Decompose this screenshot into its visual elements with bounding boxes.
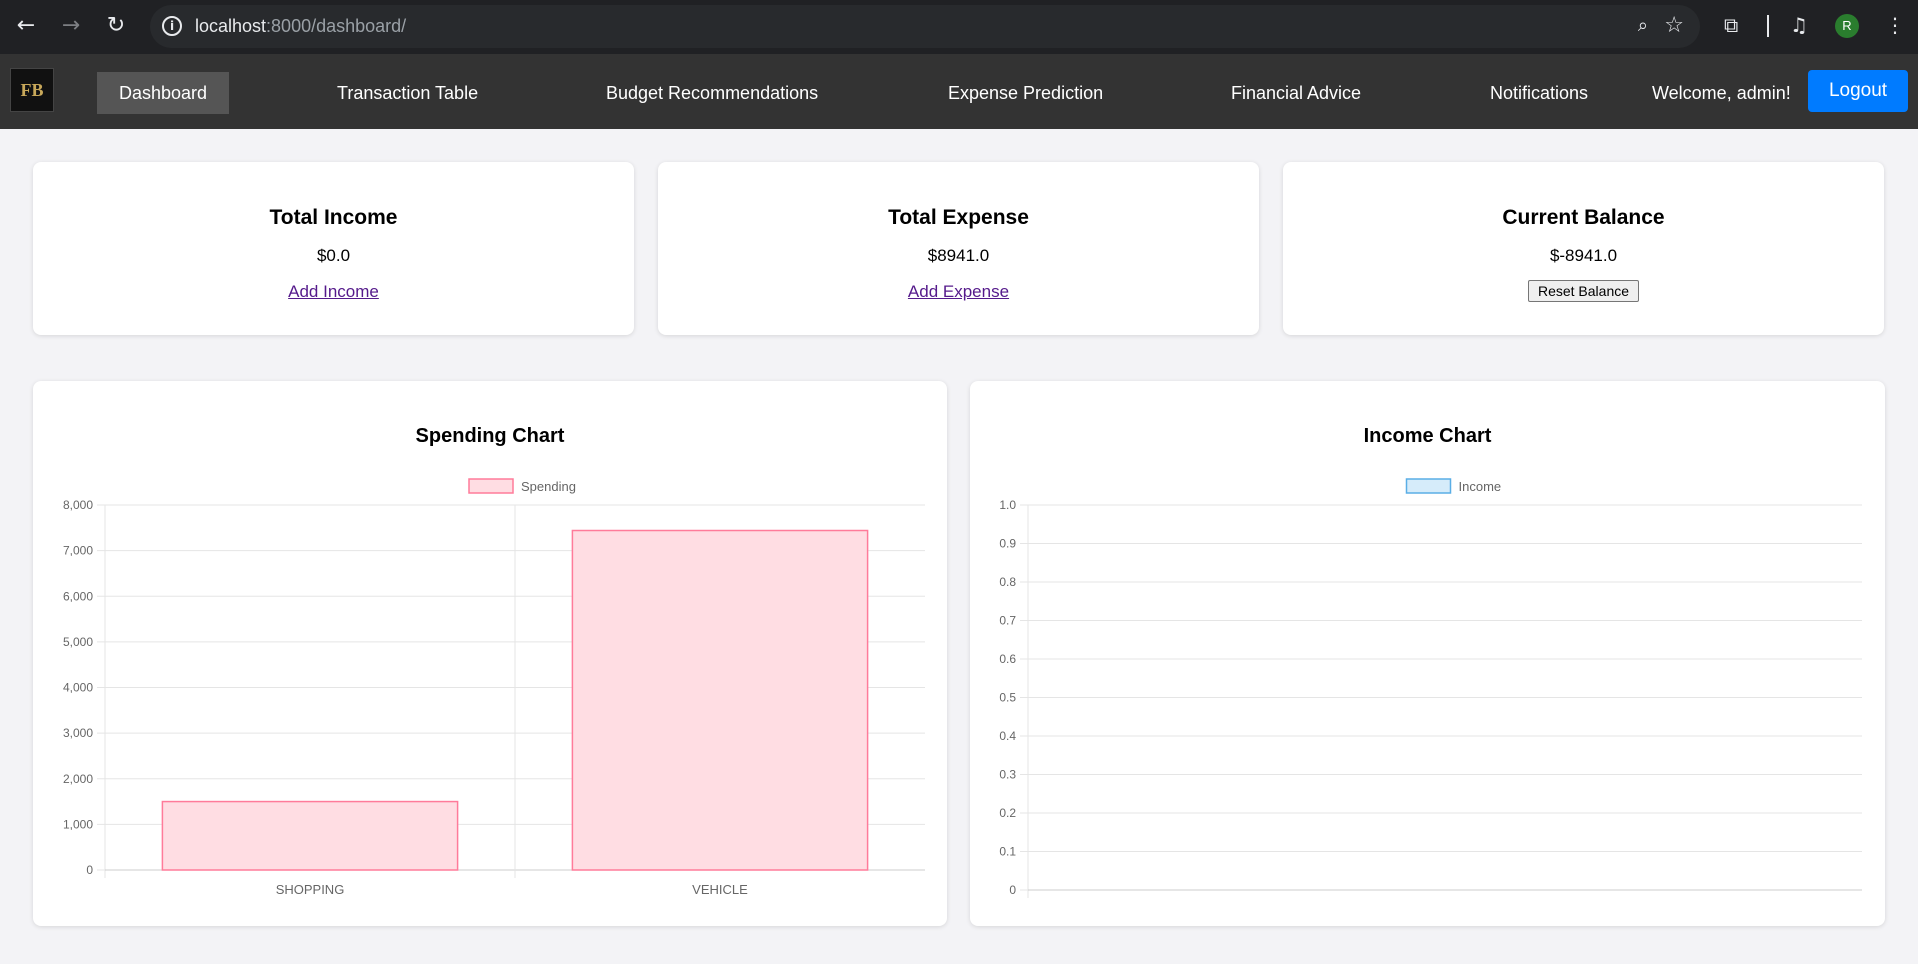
nav-expense-prediction[interactable]: Expense Prediction — [948, 72, 1103, 114]
total-expense-card: Total Expense $8941.0 Add Expense — [658, 162, 1259, 335]
nav-transaction-table[interactable]: Transaction Table — [337, 72, 478, 114]
logout-button[interactable]: Logout — [1808, 70, 1908, 112]
spending-y-tick-label: 0 — [86, 863, 93, 877]
back-icon[interactable]: ← — [14, 14, 38, 38]
spending-y-tick-label: 6,000 — [63, 589, 93, 603]
income-y-tick-label: 0.7 — [999, 614, 1016, 628]
app-logo[interactable]: FB — [10, 68, 54, 112]
spending-y-tick-label: 3,000 — [63, 726, 93, 740]
spending-y-tick-label: 1,000 — [63, 817, 93, 831]
spending-y-tick-label: 2,000 — [63, 772, 93, 786]
app-navbar: FB Dashboard Transaction Table Budget Re… — [0, 54, 1918, 129]
forward-icon[interactable]: → — [59, 14, 83, 38]
bookmark-star-icon[interactable]: ☆ — [1664, 13, 1684, 38]
total-income-title: Total Income — [269, 206, 398, 229]
welcome-text: Welcome, admin! — [1652, 83, 1791, 103]
url-host: localhost — [195, 16, 267, 36]
add-expense-link[interactable]: Add Expense — [908, 282, 1009, 302]
current-balance-card: Current Balance $-8941.0 Reset Balance — [1283, 162, 1884, 335]
total-expense-title: Total Expense — [888, 206, 1029, 229]
income-y-tick-label: 0.2 — [999, 806, 1016, 820]
spending-y-tick-label: 5,000 — [63, 635, 93, 649]
spending-chart: Spending 0 1,000 2,000 3,000 4,000 5,000 6,000 7… — [63, 478, 925, 897]
total-income-card: Total Income $0.0 Add Income — [33, 162, 634, 335]
spending-legend-label: Spending — [521, 479, 576, 494]
media-queue-icon[interactable]: ♫ — [1790, 13, 1808, 37]
income-y-tick-label: 1.0 — [999, 498, 1016, 512]
url-path: :8000/dashboard/ — [266, 16, 407, 36]
income-y-tick-label: 0.6 — [999, 652, 1016, 666]
income-y-tick-label: 0 — [1009, 883, 1016, 897]
reset-balance-button[interactable]: Reset Balance — [1527, 280, 1640, 302]
income-y-tick-label: 0.3 — [999, 768, 1016, 782]
address-bar[interactable]: i localhost:8000/dashboard/ ⌕ ☆ — [150, 5, 1700, 48]
income-legend-label: Income — [1459, 479, 1502, 494]
nav-dashboard[interactable]: Dashboard — [97, 72, 230, 114]
spending-bar-shopping — [161, 800, 459, 871]
extensions-icon[interactable]: ⧉ — [1724, 13, 1738, 37]
site-info-icon[interactable]: i — [162, 16, 182, 36]
spending-y-tick-label: 4,000 — [63, 681, 93, 695]
total-income-amount: $0.0 — [316, 246, 351, 265]
nav-budget-recommendations[interactable]: Budget Recommendations — [606, 72, 818, 114]
income-y-tick-label: 0.5 — [999, 691, 1016, 705]
spending-y-tick-label: 7,000 — [63, 544, 93, 558]
nav-notifications[interactable]: Notifications — [1490, 72, 1588, 114]
spending-bar-vehicle — [571, 529, 869, 871]
income-y-tick-label: 0.9 — [999, 537, 1016, 551]
spending-y-tick-label: 8,000 — [63, 498, 93, 512]
income-chart: Income 0 0.1 0.2 0.3 0.4 0.5 0.6 0.7 0.8 0.9 1.0 — [999, 478, 1862, 898]
income-y-tick-label: 0.4 — [999, 729, 1016, 743]
income-legend-swatch — [1405, 478, 1452, 494]
profile-avatar[interactable]: R — [1835, 14, 1859, 38]
current-balance-amount: $-8941.0 — [1549, 246, 1618, 265]
spending-chart-card: Spending Chart Spending 0 1,000 2,000 3,000 4… — [33, 381, 947, 926]
nav-financial-advice[interactable]: Financial Advice — [1231, 72, 1361, 114]
income-chart-card: Income Chart Income 0 0.1 0.2 0.3 0.4 0.5 0.6 0.… — [970, 381, 1885, 926]
add-income-link[interactable]: Add Income — [288, 282, 379, 302]
income-y-tick-label: 0.8 — [999, 575, 1016, 589]
income-y-tick-label: 0.1 — [999, 845, 1016, 859]
browser-toolbar: ← → ↻ i localhost:8000/dashboard/ ⌕ ☆ ⧉ … — [0, 0, 1918, 54]
more-menu-icon[interactable]: ⋮ — [1885, 13, 1905, 37]
spending-x-tick-label: SHOPPING — [276, 882, 345, 897]
toolbar-divider — [1767, 15, 1769, 37]
spending-legend-swatch — [468, 478, 514, 494]
total-expense-amount: $8941.0 — [927, 246, 990, 265]
zoom-icon[interactable]: ⌕ — [1638, 15, 1648, 36]
current-balance-title: Current Balance — [1502, 206, 1665, 229]
reload-icon[interactable]: ↻ — [104, 14, 128, 38]
url-text[interactable]: localhost:8000/dashboard/ — [195, 16, 406, 37]
spending-x-tick-label: VEHICLE — [692, 882, 748, 897]
